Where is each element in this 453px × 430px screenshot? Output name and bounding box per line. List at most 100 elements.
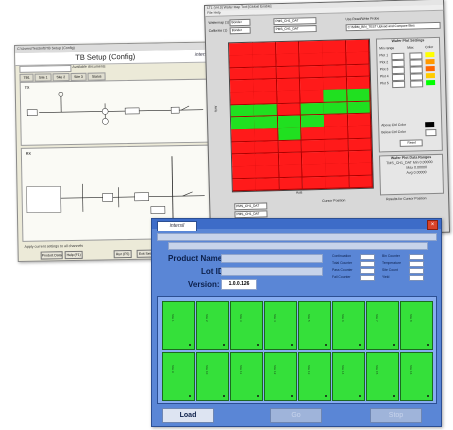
wafer-die-cell[interactable] <box>324 126 349 140</box>
wafer-die-cell[interactable] <box>255 177 280 192</box>
run-button[interactable]: Run (F5) <box>113 249 132 259</box>
apply-all-checkbox[interactable]: Apply current settings to all channels <box>24 244 83 250</box>
wafer-die-cell[interactable] <box>322 40 347 54</box>
wafer-die-cell[interactable] <box>347 101 372 115</box>
wafer-die-cell[interactable] <box>277 115 302 129</box>
wafer-die-cell[interactable] <box>277 103 302 117</box>
wafer-die-cell[interactable] <box>348 150 373 164</box>
plot-color-swatch[interactable] <box>426 79 436 86</box>
above-color-swatch[interactable] <box>425 122 435 128</box>
wafer-die-cell[interactable] <box>230 104 255 118</box>
load-button[interactable]: Load <box>162 408 214 423</box>
wafer-die-cell[interactable] <box>323 77 348 91</box>
wafer-die-cell[interactable] <box>301 151 326 166</box>
wafer-die-cell[interactable] <box>231 141 256 155</box>
dataset-select-2[interactable]: PMS_CH1_DAT <box>273 25 317 34</box>
wafer-die-cell[interactable] <box>347 113 372 127</box>
wafer-die-cell[interactable] <box>230 92 255 106</box>
wafer-map-grid[interactable] <box>227 38 374 193</box>
close-icon[interactable]: × <box>427 220 438 230</box>
calibrate-select[interactable]: Bonder <box>229 26 251 35</box>
help-button[interactable]: Help (F1) <box>64 250 83 260</box>
wafer-die-cell[interactable] <box>254 128 279 142</box>
wafer-die-cell[interactable] <box>231 153 256 168</box>
wafer-die-cell[interactable] <box>254 140 279 155</box>
wafer-die-cell[interactable] <box>275 53 301 68</box>
wafer-die-cell[interactable] <box>322 64 347 79</box>
wafer-die-cell[interactable] <box>324 138 349 153</box>
plot-color-swatch[interactable] <box>425 65 435 72</box>
plot-color-swatch[interactable] <box>425 51 435 58</box>
wafer-die-cell[interactable] <box>255 153 280 167</box>
wafer-die-cell[interactable] <box>302 176 327 190</box>
plot-range-input[interactable] <box>392 80 406 89</box>
wafer-die-cell[interactable] <box>232 178 257 192</box>
wafer-die-cell[interactable] <box>299 77 325 92</box>
wafer-die-cell[interactable] <box>349 175 374 189</box>
wafer-die-cell[interactable] <box>301 127 326 141</box>
wafer-die-cell[interactable] <box>254 116 279 130</box>
wafer-die-cell[interactable] <box>278 152 303 166</box>
wafer-die-cell[interactable] <box>230 116 255 131</box>
plot-range-input[interactable] <box>410 80 424 88</box>
wafer-die-cell[interactable] <box>229 67 254 81</box>
wafer-die-cell[interactable] <box>277 127 302 142</box>
product-data-button[interactable]: Product Data <box>40 251 63 260</box>
wafer-die-cell[interactable] <box>300 114 325 129</box>
wafer-die-cell[interactable] <box>301 139 326 153</box>
wafer-die-cell[interactable] <box>348 162 373 177</box>
wafer-die-cell[interactable] <box>300 90 325 104</box>
wafer-die-cell[interactable] <box>229 42 254 57</box>
wafer-die-cell[interactable] <box>324 114 349 128</box>
wafer-die-cell[interactable] <box>298 40 324 55</box>
wafer-die-cell[interactable] <box>347 125 372 140</box>
wafer-die-cell[interactable] <box>278 164 303 179</box>
wafer-die-cell[interactable] <box>252 42 277 56</box>
below-color-swatch[interactable] <box>425 128 437 137</box>
wafer-die-cell[interactable] <box>345 52 370 66</box>
go-button[interactable]: Go <box>270 408 322 423</box>
wafer-die-cell[interactable] <box>348 138 373 152</box>
bottom-field-1[interactable]: PMS_CH1_DAT <box>234 202 268 211</box>
wafer-die-cell[interactable] <box>252 66 278 81</box>
lot-id-field[interactable] <box>221 267 323 276</box>
wafer-die-cell[interactable] <box>232 166 257 180</box>
wafer-die-cell[interactable] <box>299 65 324 79</box>
wafer-die-cell[interactable] <box>346 64 371 78</box>
wafer-die-cell[interactable] <box>229 55 254 69</box>
wafermap-select[interactable]: Bonder <box>229 18 251 27</box>
wafer-die-cell[interactable] <box>253 103 278 118</box>
reset-button[interactable]: Reset <box>399 139 423 147</box>
wafer-die-cell[interactable] <box>346 88 371 103</box>
wafer-die-cell[interactable] <box>346 76 371 91</box>
wafer-die-cell[interactable] <box>231 129 256 143</box>
wafer-die-cell[interactable] <box>276 78 301 92</box>
documents-field[interactable] <box>19 65 72 73</box>
wafer-die-cell[interactable] <box>276 66 301 80</box>
plot-color-swatch[interactable] <box>425 58 435 65</box>
wafer-die-cell[interactable] <box>300 102 325 116</box>
wafer-die-cell[interactable] <box>323 101 348 116</box>
wafer-die-cell[interactable] <box>302 164 327 178</box>
wafer-die-cell[interactable] <box>253 91 278 105</box>
wafer-die-cell[interactable] <box>229 79 255 94</box>
wafer-die-cell[interactable] <box>279 177 304 191</box>
wafer-die-cell[interactable] <box>325 151 350 165</box>
wafer-die-cell[interactable] <box>278 140 303 154</box>
wafer-die-cell[interactable] <box>275 41 300 55</box>
wafer-die-cell[interactable] <box>252 54 277 68</box>
wafer-die-cell[interactable] <box>299 53 324 67</box>
wafer-die-cell[interactable] <box>323 89 348 103</box>
plot-color-swatch[interactable] <box>425 72 435 79</box>
wafer-die-cell[interactable] <box>325 175 350 190</box>
wafer-die-cell[interactable] <box>345 39 370 54</box>
wafer-die-cell[interactable] <box>322 52 347 66</box>
wafer-die-cell[interactable] <box>253 79 278 93</box>
probe-path-field[interactable]: C:\SIBM_BIN_TEST Upload and Compare Bins <box>345 21 441 32</box>
tab-tb1[interactable]: TB1 <box>19 73 34 82</box>
dataset-select-1[interactable]: PMS_CH1_DAT <box>273 17 317 26</box>
wafer-die-cell[interactable] <box>325 163 350 177</box>
wafer-die-cell[interactable] <box>255 165 280 179</box>
product-name-field[interactable] <box>221 254 323 263</box>
wafer-die-cell[interactable] <box>276 90 301 105</box>
